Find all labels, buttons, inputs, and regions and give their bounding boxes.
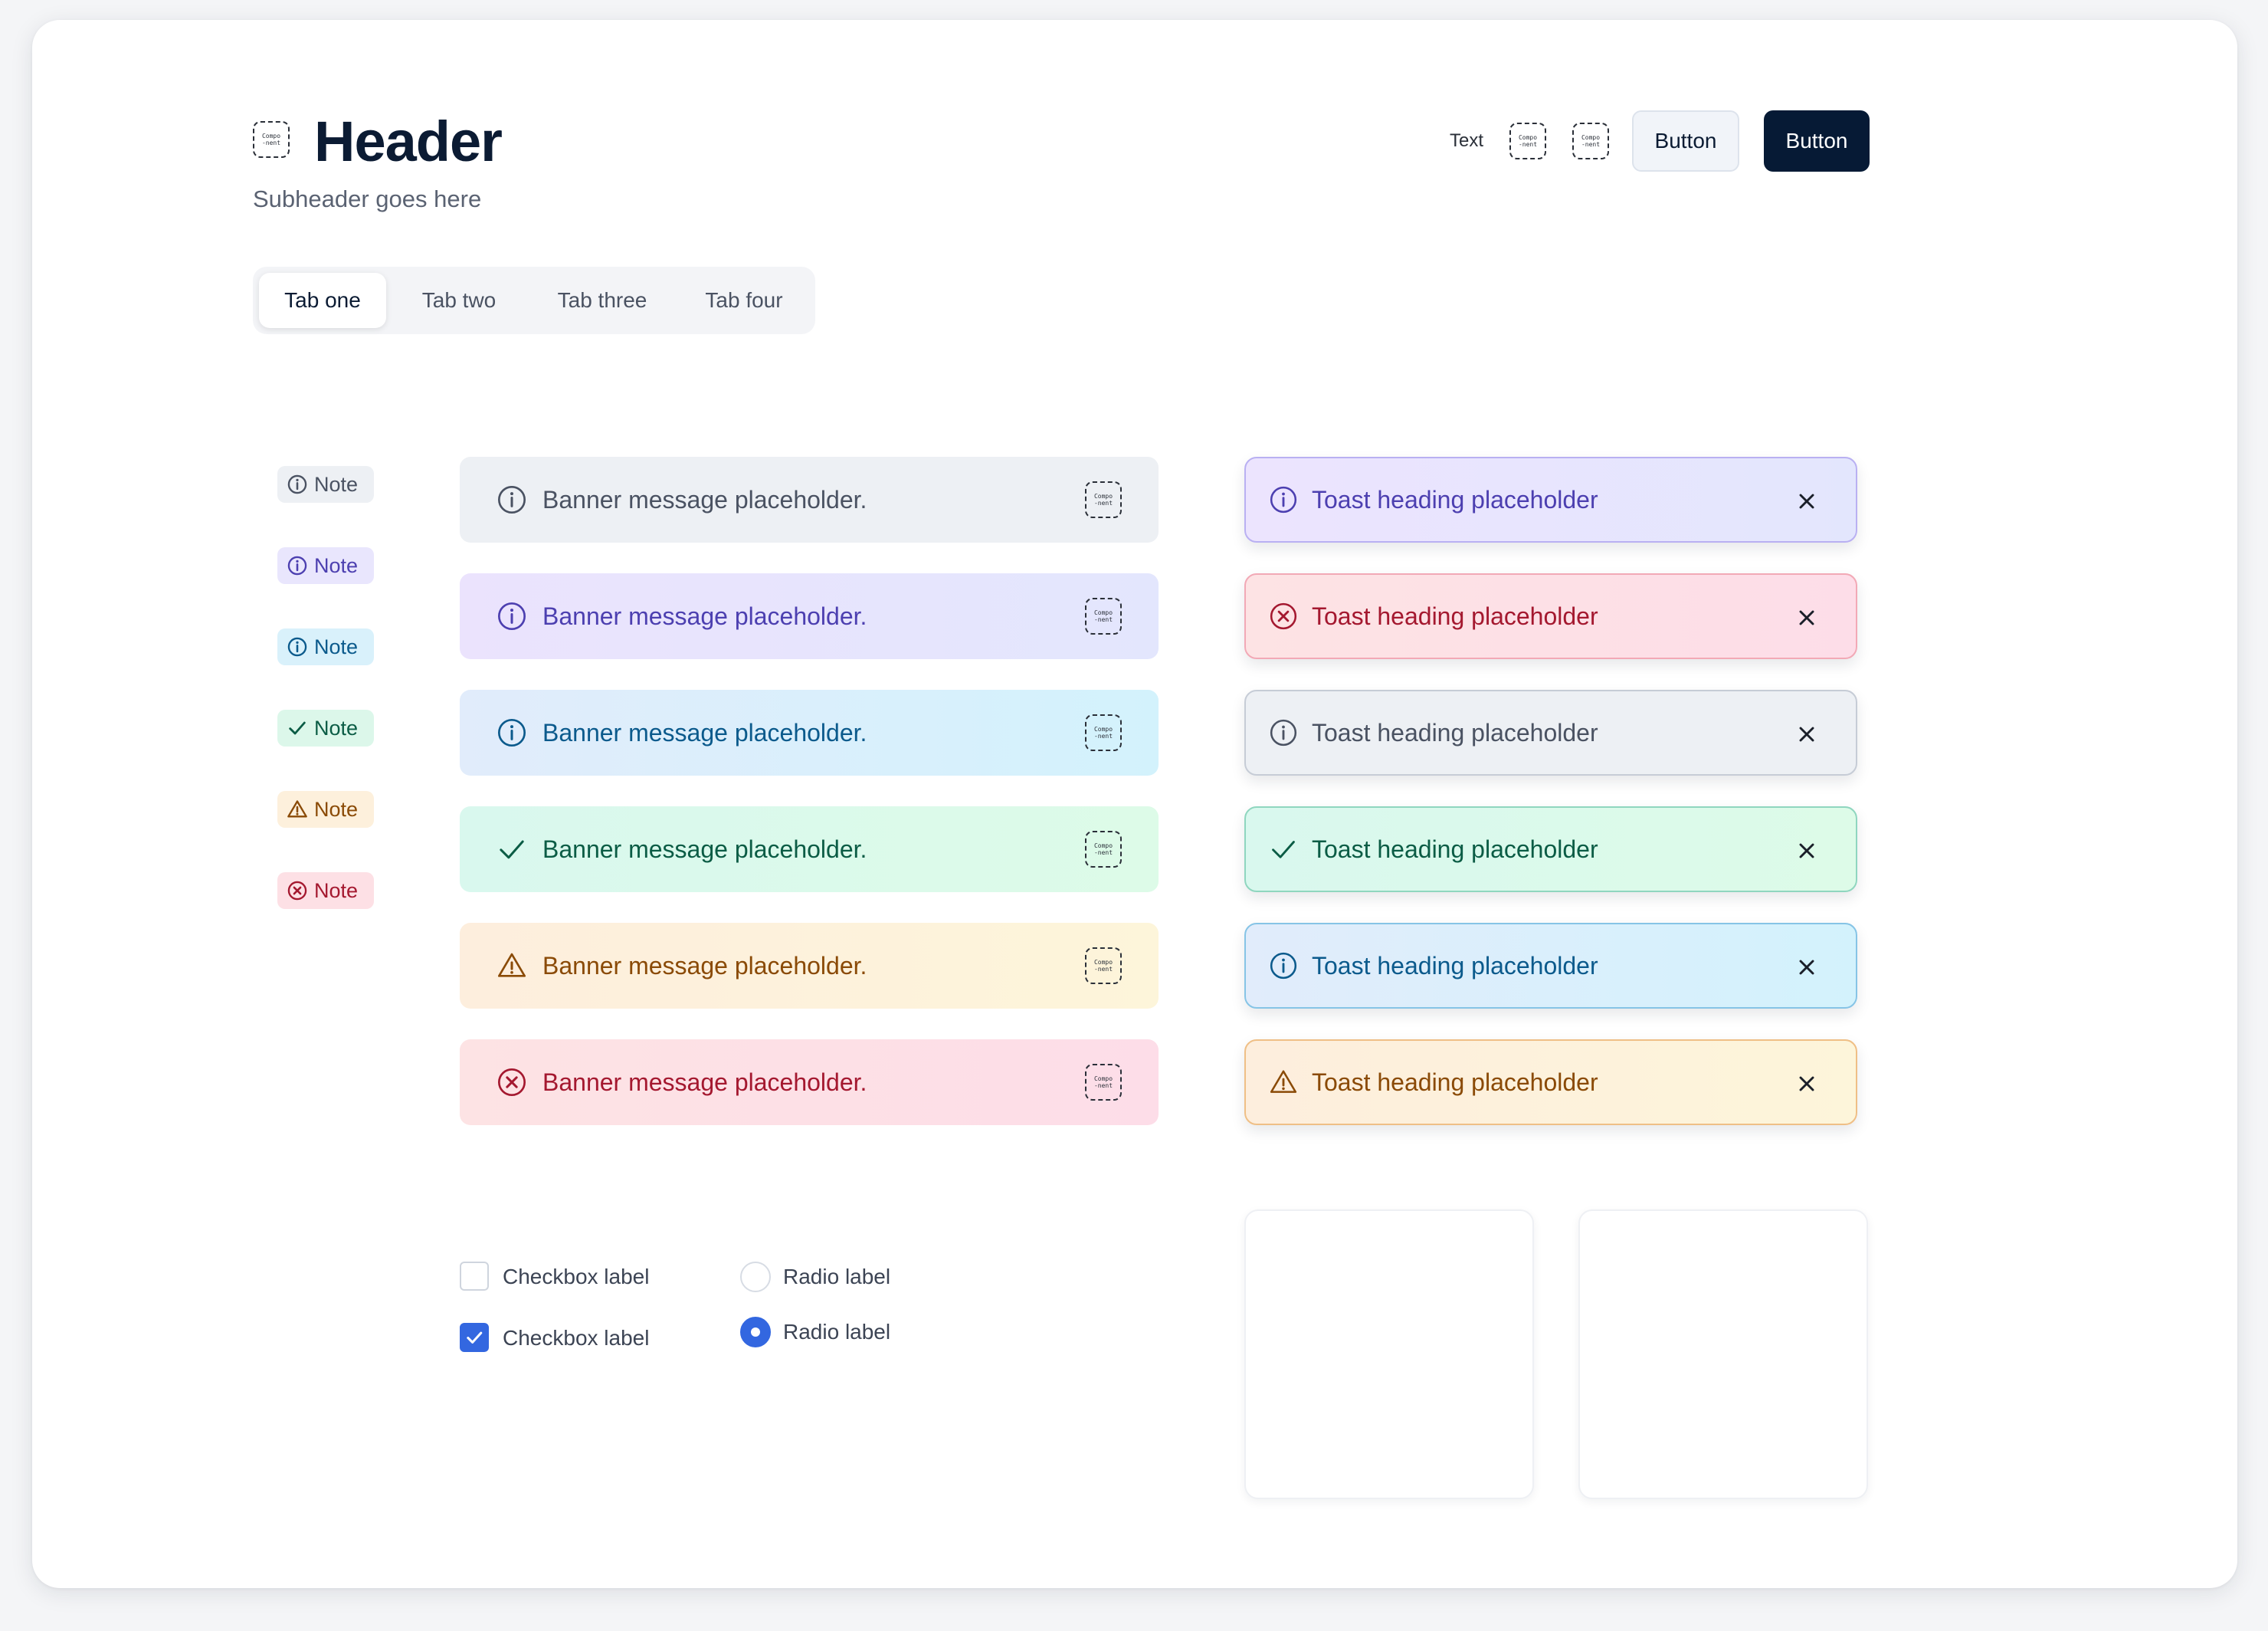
info-icon (498, 486, 526, 514)
banner-purple: Banner message placeholder. Compo -nent (460, 573, 1159, 659)
check-icon (1272, 841, 1295, 858)
banner-component-placeholder[interactable]: Compo -nent (1085, 947, 1122, 984)
toast-purple: Toast heading placeholder (1244, 457, 1857, 543)
warning-icon (498, 953, 526, 977)
header-component-placeholder: Compo -nent (253, 121, 290, 158)
banner-component-placeholder[interactable]: Compo -nent (1085, 598, 1122, 635)
checkbox-label: Checkbox label (503, 1265, 650, 1288)
check-icon (289, 721, 306, 735)
empty-card-1 (1244, 1209, 1534, 1499)
toast-orange: Toast heading placeholder (1244, 1039, 1857, 1125)
close-icon[interactable] (1794, 722, 1819, 747)
error-icon (287, 881, 307, 901)
note-purple: Note (277, 547, 374, 584)
close-icon[interactable] (1794, 489, 1819, 514)
checkbox-label: Checkbox label (503, 1326, 650, 1350)
checkbox-unchecked[interactable] (460, 1262, 489, 1291)
secondary-button[interactable]: Button (1632, 110, 1739, 172)
banner-component-placeholder[interactable]: Compo -nent (1085, 714, 1122, 751)
info-icon (287, 474, 307, 494)
info-icon (287, 637, 307, 657)
action-component-placeholder-2[interactable]: Compo -nent (1572, 123, 1609, 159)
note-blue: Note (277, 628, 374, 665)
info-icon (287, 556, 307, 576)
banner-red: Banner message placeholder. Compo -nent (460, 1039, 1159, 1125)
empty-card-2 (1578, 1209, 1868, 1499)
tab-one[interactable]: Tab one (259, 273, 386, 328)
radio-label: Radio label (783, 1265, 891, 1288)
action-text: Text (1450, 130, 1484, 151)
page-subtitle: Subheader goes here (253, 185, 482, 212)
banner-component-placeholder[interactable]: Compo -nent (1085, 831, 1122, 868)
note-neutral: Note (277, 466, 374, 503)
info-icon (498, 719, 526, 747)
toast-red: Toast heading placeholder (1244, 573, 1857, 659)
banner-component-placeholder[interactable]: Compo -nent (1085, 1064, 1122, 1101)
tab-three[interactable]: Tab three (530, 273, 674, 328)
banner-blue: Banner message placeholder. Compo -nent (460, 690, 1159, 776)
radio-unchecked[interactable] (740, 1262, 771, 1292)
note-orange: Note (277, 791, 374, 828)
checkbox-checked[interactable] (460, 1323, 489, 1352)
check-icon (500, 840, 524, 859)
tab-four[interactable]: Tab four (679, 273, 809, 328)
close-icon[interactable] (1794, 605, 1819, 630)
action-component-placeholder-1[interactable]: Compo -nent (1509, 123, 1546, 159)
primary-button[interactable]: Button (1764, 110, 1870, 172)
page-card: Compo -nent Header Subheader goes here T… (32, 20, 2237, 1588)
info-icon (498, 602, 526, 630)
error-icon (498, 1068, 526, 1096)
banner-neutral: Banner message placeholder. Compo -nent (460, 457, 1159, 543)
tab-bar: Tab one Tab two Tab three Tab four (253, 267, 815, 334)
check-icon (467, 1331, 483, 1344)
banner-green: Banner message placeholder. Compo -nent (460, 806, 1159, 892)
radio-checked[interactable] (740, 1317, 771, 1347)
toast-green: Toast heading placeholder (1244, 806, 1857, 892)
info-icon (1270, 952, 1297, 980)
close-icon[interactable] (1794, 955, 1819, 980)
banner-component-placeholder[interactable]: Compo -nent (1085, 481, 1122, 518)
radio-label: Radio label (783, 1320, 891, 1344)
close-icon[interactable] (1794, 838, 1819, 863)
page-title: Header (314, 110, 503, 173)
note-red: Note (277, 872, 374, 909)
toast-neutral: Toast heading placeholder (1244, 690, 1857, 776)
note-green: Note (277, 710, 374, 747)
toast-blue: Toast heading placeholder (1244, 923, 1857, 1009)
error-icon (1270, 602, 1297, 630)
banner-orange: Banner message placeholder. Compo -nent (460, 923, 1159, 1009)
warning-icon (1270, 1070, 1297, 1093)
tab-two[interactable]: Tab two (394, 273, 524, 328)
warning-icon (287, 800, 307, 818)
info-icon (1270, 719, 1297, 747)
info-icon (1270, 486, 1297, 514)
close-icon[interactable] (1794, 1071, 1819, 1096)
